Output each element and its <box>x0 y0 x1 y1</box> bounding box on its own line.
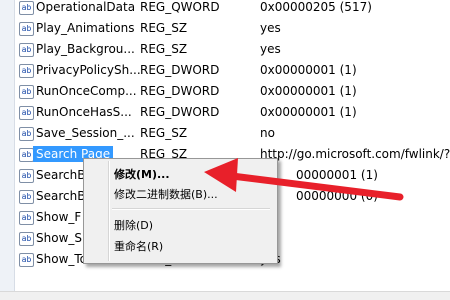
arrow-shaft <box>228 172 404 201</box>
annotation-arrow <box>204 158 404 201</box>
arrow-head <box>204 158 238 192</box>
